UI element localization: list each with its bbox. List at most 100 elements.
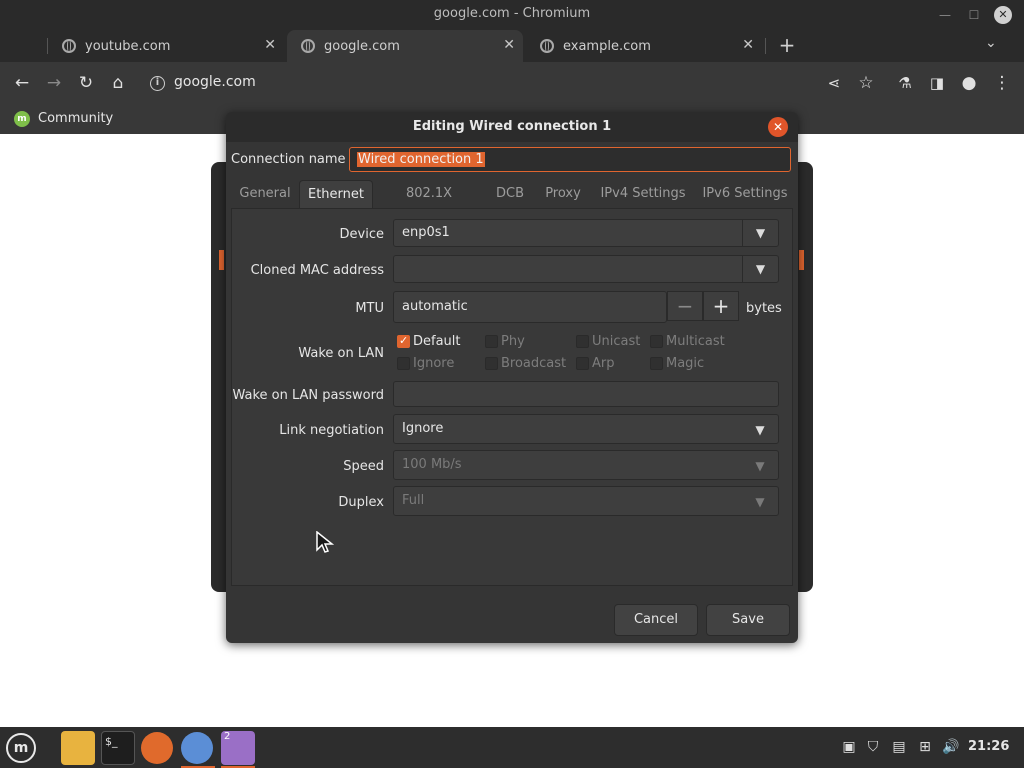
new-tab-plus-icon[interactable]: + <box>776 34 798 56</box>
site-info-icon[interactable]: i <box>150 76 165 91</box>
address-bar[interactable]: google.com <box>174 74 256 90</box>
mint-menu-icon[interactable]: m <box>6 733 36 763</box>
duplex-select[interactable]: Full ▼ <box>393 486 779 516</box>
dialog-header: Editing Wired connection 1 ✕ <box>226 112 798 142</box>
clipboard-icon[interactable]: ▣ <box>840 737 858 757</box>
tab-title: google.com <box>324 38 400 54</box>
tab-ethernet[interactable]: Ethernet <box>299 180 373 208</box>
home-icon[interactable]: ⌂ <box>107 72 129 94</box>
forward-arrow-icon[interactable]: → <box>43 72 65 94</box>
update-icon[interactable]: ▤ <box>890 737 908 757</box>
tab-google[interactable]: google.com ✕ <box>287 30 523 62</box>
link-negotiation-select[interactable]: Ignore ▼ <box>393 414 779 444</box>
duplex-value: Full <box>402 493 425 508</box>
tab-proxy[interactable]: Proxy <box>539 180 587 208</box>
tab-ipv6-settings[interactable]: IPv6 Settings <box>697 180 793 208</box>
back-arrow-icon[interactable]: ← <box>11 72 33 94</box>
device-combo[interactable]: enp0s1 ▼ <box>393 219 779 247</box>
tab-strip: youtube.com ✕ google.com ✕ example.com ✕… <box>0 30 1024 62</box>
wol-broadcast-checkbox[interactable] <box>485 357 498 370</box>
profile-icon[interactable]: ● <box>958 72 980 94</box>
tab-dcb[interactable]: DCB <box>487 180 533 208</box>
device-label: Device <box>339 227 384 242</box>
workspace-badge: 2 <box>224 731 231 742</box>
edit-connection-dialog: Editing Wired connection 1 ✕ Connection … <box>226 112 798 643</box>
network-connections-icon[interactable]: 2 <box>221 731 255 765</box>
mtu-input[interactable]: automatic <box>393 291 667 323</box>
terminal-icon[interactable]: $_ <box>101 731 135 765</box>
volume-icon[interactable]: 🔊 <box>942 737 960 757</box>
connection-name-input[interactable]: Wired connection 1 <box>349 147 791 172</box>
wol-default-checkbox[interactable] <box>397 334 410 348</box>
wol-broadcast-label: Broadcast <box>501 356 567 371</box>
browser-titlebar: google.com - Chromium — ☐ ✕ <box>0 0 1024 30</box>
wol-password-input[interactable] <box>393 381 779 407</box>
extensions-flask-icon[interactable]: ⚗ <box>894 72 916 94</box>
cloned-mac-combo[interactable]: ▼ <box>393 255 779 283</box>
chromium-icon[interactable] <box>181 732 213 764</box>
wol-magic-label: Magic <box>666 356 705 371</box>
wake-on-lan-label: Wake on LAN <box>298 346 384 361</box>
wol-multicast-label: Multicast <box>666 334 725 349</box>
wol-magic-checkbox[interactable] <box>650 357 663 370</box>
mtu-increment-button[interactable]: + <box>703 291 739 321</box>
shield-icon[interactable]: ⛉ <box>864 737 882 757</box>
speed-label: Speed <box>343 459 384 474</box>
wol-password-label: Wake on LAN password <box>232 388 384 403</box>
close-window-button[interactable]: ✕ <box>994 6 1012 24</box>
bookmark-star-icon[interactable]: ☆ <box>855 72 877 94</box>
side-panel-icon[interactable]: ◨ <box>926 72 948 94</box>
tab-general[interactable]: General <box>237 180 293 208</box>
wol-unicast-label: Unicast <box>592 334 641 349</box>
tab-youtube[interactable]: youtube.com ✕ <box>48 30 284 62</box>
wol-multicast-checkbox[interactable] <box>650 335 663 348</box>
cancel-button[interactable]: Cancel <box>614 604 698 636</box>
tab-search-chevron-icon[interactable]: ⌄ <box>985 35 997 51</box>
tab-close-icon[interactable]: ✕ <box>742 37 754 53</box>
wol-arp-checkbox[interactable] <box>576 357 589 370</box>
connection-name-label: Connection name <box>231 152 346 167</box>
window-title: google.com - Chromium <box>433 6 591 21</box>
tab-8021x-security[interactable]: 802.1X Security <box>379 180 479 229</box>
device-value: enp0s1 <box>402 225 450 240</box>
wol-default-label: Default <box>413 334 461 349</box>
chevron-down-icon: ▼ <box>755 495 765 509</box>
chevron-down-icon[interactable]: ▼ <box>742 220 778 246</box>
wol-ignore-label: Ignore <box>413 356 455 371</box>
files-icon[interactable] <box>61 731 95 765</box>
chevron-down-icon[interactable]: ▼ <box>742 417 778 443</box>
wol-phy-checkbox[interactable] <box>485 335 498 348</box>
tab-example[interactable]: example.com ✕ <box>526 30 762 62</box>
cloned-mac-label: Cloned MAC address <box>250 263 384 278</box>
speed-value: 100 Mb/s <box>402 457 462 472</box>
wol-ignore-checkbox[interactable] <box>397 357 410 370</box>
reload-icon[interactable]: ↻ <box>75 72 97 94</box>
duplex-label: Duplex <box>338 495 384 510</box>
dialog-tabs: General Ethernet 802.1X Security DCB Pro… <box>231 180 793 229</box>
link-negotiation-value: Ignore <box>402 421 444 436</box>
dialog-close-icon[interactable]: ✕ <box>768 117 788 137</box>
firefox-icon[interactable] <box>141 732 173 764</box>
speed-select[interactable]: 100 Mb/s ▼ <box>393 450 779 480</box>
linux-mint-icon: m <box>14 111 30 127</box>
browser-toolbar: ← → ↻ ⌂ i google.com ⋖ ☆ ⚗ ◨ ● ⋮ <box>0 62 1024 104</box>
wol-unicast-checkbox[interactable] <box>576 335 589 348</box>
tab-close-icon[interactable]: ✕ <box>503 37 515 53</box>
minimize-button[interactable]: — <box>936 6 954 24</box>
globe-icon <box>62 39 76 53</box>
chevron-down-icon: ▼ <box>755 459 765 473</box>
tab-ipv4-settings[interactable]: IPv4 Settings <box>595 180 691 208</box>
taskbar: m $_ 2 ▣ ⛉ ▤ ⊞ 🔊 21:26 <box>0 727 1024 768</box>
tab-close-icon[interactable]: ✕ <box>264 37 276 53</box>
kebab-menu-icon[interactable]: ⋮ <box>991 72 1013 94</box>
clock[interactable]: 21:26 <box>968 739 1009 754</box>
tab-title: youtube.com <box>85 38 171 54</box>
maximize-button[interactable]: ☐ <box>965 6 983 24</box>
chevron-down-icon[interactable]: ▼ <box>742 256 778 282</box>
share-icon[interactable]: ⋖ <box>823 72 845 94</box>
bookmark-community[interactable]: Community <box>38 111 113 126</box>
mtu-decrement-button[interactable]: − <box>667 291 703 321</box>
globe-icon <box>540 39 554 53</box>
save-button[interactable]: Save <box>706 604 790 636</box>
network-icon[interactable]: ⊞ <box>916 737 934 757</box>
